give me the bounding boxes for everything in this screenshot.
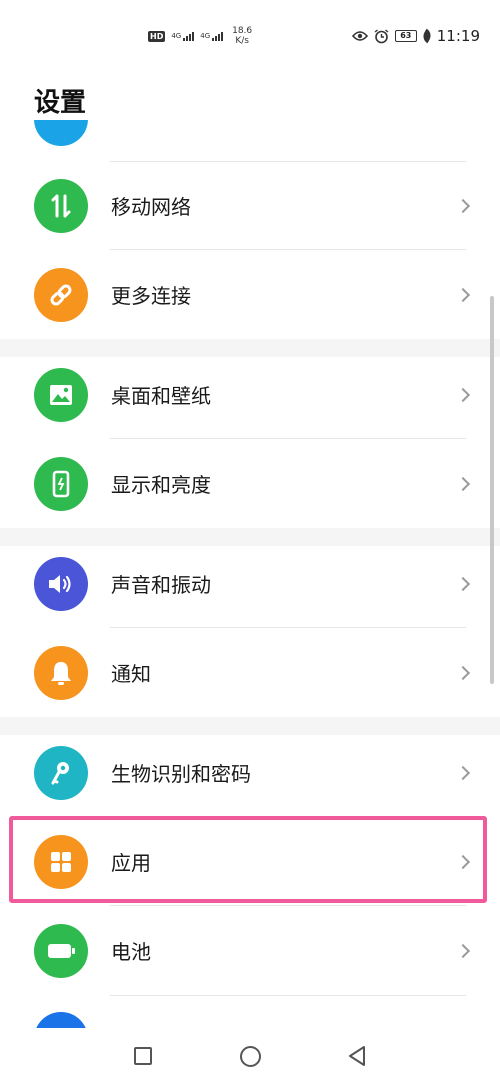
settings-item-mobile-network[interactable]: 移动网络 bbox=[0, 161, 500, 250]
chevron-right-icon bbox=[455, 387, 471, 402]
key-icon bbox=[34, 745, 88, 800]
divider bbox=[110, 995, 466, 996]
chevron-right-icon bbox=[455, 476, 471, 491]
recent-apps-icon[interactable] bbox=[134, 1047, 152, 1065]
network-speed: 18.6 K/s bbox=[229, 26, 255, 46]
signal-icon: 4G bbox=[171, 31, 195, 41]
battery-level: 63 bbox=[394, 30, 417, 42]
network-type-label: 4G bbox=[171, 31, 182, 40]
eye-icon bbox=[351, 31, 368, 41]
settings-item-label: 显示和亮度 bbox=[111, 473, 211, 497]
network-speed-value: 18.6 bbox=[232, 26, 253, 36]
link-icon bbox=[34, 267, 88, 322]
display-icon bbox=[34, 456, 88, 511]
battery-icon bbox=[34, 923, 88, 978]
alarm-icon bbox=[374, 28, 389, 43]
settings-item-label: 生物识别和密码 bbox=[111, 762, 251, 786]
network-type-label: 4G bbox=[200, 31, 211, 40]
settings-item-label: 更多连接 bbox=[111, 284, 191, 308]
network-speed-unit: K/s bbox=[235, 36, 249, 46]
clock: 11:19 bbox=[436, 27, 480, 45]
chevron-right-icon bbox=[455, 943, 471, 958]
home-icon[interactable] bbox=[240, 1046, 261, 1067]
mobile-data-icon bbox=[34, 178, 88, 233]
settings-item-label: 电池 bbox=[111, 940, 151, 964]
settings-item-biometrics-password[interactable]: 生物识别和密码 bbox=[0, 728, 500, 817]
signal-icon: 4G bbox=[200, 31, 224, 41]
settings-item-more-connections[interactable]: 更多连接 bbox=[0, 250, 500, 339]
highlight-frame bbox=[9, 816, 487, 903]
settings-item-label: 通知 bbox=[111, 662, 151, 686]
partial-list-item-icon bbox=[34, 120, 88, 146]
settings-item-battery[interactable]: 电池 bbox=[0, 906, 500, 995]
volume-icon bbox=[34, 556, 88, 611]
status-indicators: HD 4G 4G 18.6 K/s bbox=[148, 26, 255, 46]
settings-item-sound-vibration[interactable]: 声音和振动 bbox=[0, 539, 500, 628]
settings-item-label: 声音和振动 bbox=[111, 573, 211, 597]
settings-item-display-brightness[interactable]: 显示和亮度 bbox=[0, 439, 500, 528]
chevron-right-icon bbox=[455, 665, 471, 680]
scrollbar[interactable] bbox=[490, 296, 494, 684]
back-icon[interactable] bbox=[346, 1045, 368, 1067]
chevron-right-icon bbox=[455, 576, 471, 591]
settings-item-label: 桌面和壁纸 bbox=[111, 384, 211, 408]
chevron-right-icon bbox=[455, 287, 471, 302]
status-bar: HD 4G 4G 18.6 K/s 63 11:19 bbox=[0, 0, 500, 72]
status-right: 63 11:19 bbox=[351, 27, 480, 45]
settings-item-label: 移动网络 bbox=[111, 195, 191, 219]
settings-item-home-screen-wallpaper[interactable]: 桌面和壁纸 bbox=[0, 350, 500, 439]
partial-list-item-icon bbox=[34, 1012, 88, 1028]
image-icon bbox=[34, 367, 88, 422]
page-title: 设置 bbox=[34, 88, 87, 118]
navigation-bar bbox=[0, 1028, 500, 1084]
bell-icon bbox=[34, 645, 88, 700]
chevron-right-icon bbox=[455, 198, 471, 213]
chevron-right-icon bbox=[455, 765, 471, 780]
power-saving-icon bbox=[420, 28, 434, 44]
settings-item-notifications[interactable]: 通知 bbox=[0, 628, 500, 717]
hd-badge: HD bbox=[148, 30, 166, 42]
